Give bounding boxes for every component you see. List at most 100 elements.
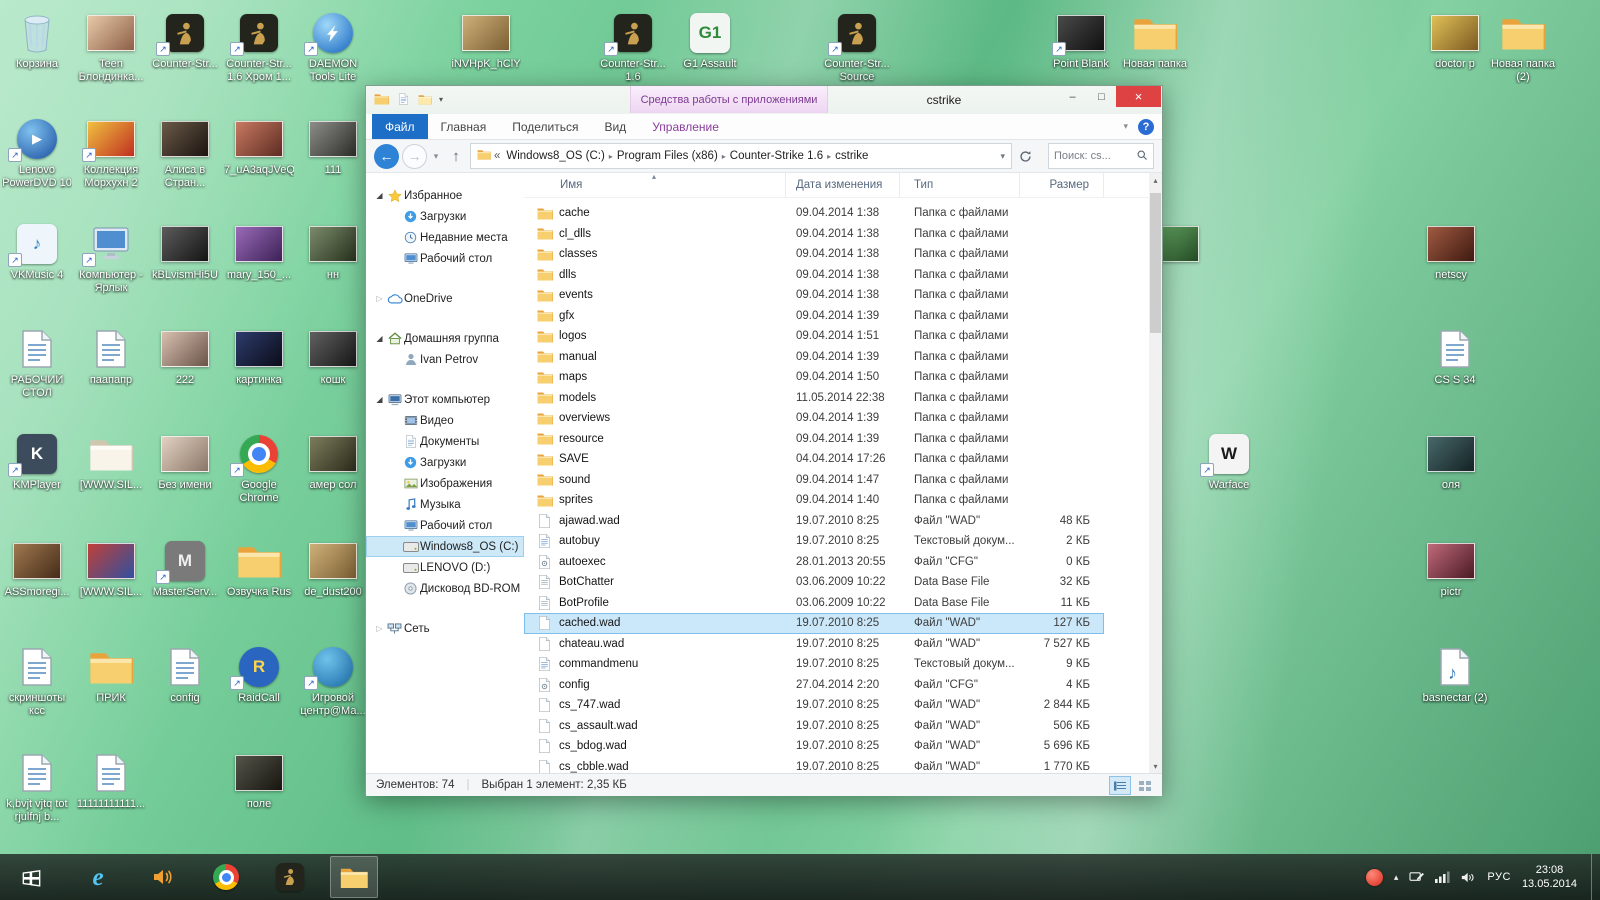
file-row[interactable]: ajawad.wad19.07.2010 8:25Файл "WAD"48 КБ (524, 511, 1104, 532)
desktop-icon[interactable]: ♪basnectar (2) (1420, 644, 1490, 705)
desktop-icon[interactable]: CS S 34 (1420, 326, 1490, 387)
desktop-icon[interactable]: G1G1 Assault (675, 10, 745, 71)
file-row[interactable]: config27.04.2014 2:20Файл "CFG"4 КБ (524, 675, 1104, 696)
scrollbar-thumb[interactable] (1150, 193, 1161, 333)
ribbon-tab-file[interactable]: Файл (372, 114, 428, 139)
breadcrumb-item[interactable]: Program Files (x86) (614, 150, 721, 162)
desktop-icon[interactable]: kBLvismHi5U (150, 221, 220, 282)
file-row[interactable]: sprites09.04.2014 1:40Папка с файлами (524, 490, 1104, 511)
taskbar-button-file-explorer[interactable] (330, 856, 378, 898)
file-row[interactable]: cs_747.wad19.07.2010 8:25Файл "WAD"2 844… (524, 695, 1104, 716)
nav-item[interactable]: Загрузки (366, 206, 524, 227)
desktop-icon[interactable]: нн (298, 221, 368, 282)
desktop-icon[interactable]: паапапр (76, 326, 146, 387)
desktop-icon[interactable]: config (150, 644, 220, 705)
desktop-icon[interactable]: 7_uA3aqJVeQ (224, 116, 294, 177)
desktop-icon[interactable]: ↗Counter-Str... Source (822, 10, 892, 84)
desktop-icon[interactable]: Алиса в Стран... (150, 116, 220, 190)
desktop-icon[interactable]: 11111111111... (76, 750, 146, 811)
column-header-name[interactable]: Имя▴ (524, 173, 786, 197)
nav-item[interactable]: Ivan Petrov (366, 349, 524, 370)
desktop-icon[interactable]: ↗Google Chrome (224, 431, 294, 505)
desktop-icon[interactable]: ASSmoregi... (2, 538, 72, 599)
taskbar-button-google-chrome[interactable] (202, 856, 250, 898)
desktop-icon[interactable]: ↗Counter-Str... 1.6 (598, 10, 668, 84)
desktop-icon[interactable]: [WWW.SIL... (76, 431, 146, 492)
clock[interactable]: 23:08 13.05.2014 (1522, 863, 1577, 892)
scroll-up-icon[interactable]: ▴ (1149, 173, 1162, 187)
file-row[interactable]: SAVE04.04.2014 17:26Папка с файлами (524, 449, 1104, 470)
desktop-icon[interactable]: скриншоты ксс (2, 644, 72, 718)
desktop-icon[interactable]: ↗DAEMON Tools Lite (298, 10, 368, 84)
qat-customize-chevron-icon[interactable]: ▾ (439, 95, 443, 104)
desktop-icon[interactable]: doctor p (1420, 10, 1490, 71)
desktop-icon[interactable]: ↗Counter-Str... (150, 10, 220, 71)
file-row[interactable]: resource09.04.2014 1:39Папка с файлами (524, 429, 1104, 450)
nav-item[interactable]: Изображения (366, 473, 524, 494)
breadcrumb-item[interactable]: cstrike (832, 150, 871, 162)
explorer-app-icon[interactable] (373, 91, 389, 107)
file-row[interactable]: dlls09.04.2014 1:38Папка с файлами (524, 265, 1104, 286)
desktop-icon[interactable]: картинка (224, 326, 294, 387)
column-header-size[interactable]: Размер (1020, 173, 1104, 197)
expand-arrow-icon[interactable]: ▷ (374, 624, 385, 633)
history-chevron-icon[interactable]: ▾ (430, 151, 442, 162)
nav-item[interactable]: Windows8_OS (C:) (366, 536, 524, 557)
file-row[interactable]: BotChatter03.06.2009 10:22Data Base File… (524, 572, 1104, 593)
breadcrumb-overflow[interactable]: « (494, 150, 500, 162)
address-dropdown-icon[interactable]: ▾ (1000, 151, 1005, 162)
language-indicator[interactable]: РУС (1487, 871, 1511, 883)
desktop-icon[interactable]: ▶↗Lenovo PowerDVD 10 (2, 116, 72, 190)
start-button[interactable] (4, 854, 58, 900)
nav-item[interactable]: Музыка (366, 494, 524, 515)
file-row[interactable]: cache09.04.2014 1:38Папка с файлами (524, 203, 1104, 224)
nav-item[interactable]: Рабочий стол (366, 248, 524, 269)
tablet-pen-tray-icon[interactable] (1409, 871, 1424, 884)
nav-item[interactable]: Дисковод BD-ROM (366, 578, 524, 599)
desktop-icon[interactable]: K↗KMPlayer (2, 431, 72, 492)
desktop-icon[interactable]: netscy (1416, 221, 1486, 282)
back-button[interactable]: ← (374, 144, 399, 169)
taskbar-button-internet-explorer[interactable]: e (74, 856, 122, 898)
up-button[interactable]: ↑ (445, 148, 467, 165)
desktop-icon[interactable]: 222 (150, 326, 220, 387)
nav-item[interactable]: LENOVO (D:) (366, 557, 524, 578)
close-button[interactable]: × (1116, 86, 1161, 107)
nav-item[interactable]: ▷OneDrive (366, 288, 524, 309)
expand-arrow-icon[interactable]: ▷ (374, 294, 385, 303)
desktop-icon[interactable]: de_dust200 (298, 538, 368, 599)
file-row[interactable]: autobuy19.07.2010 8:25Текстовый докум...… (524, 531, 1104, 552)
desktop-icon[interactable]: [WWW.SIL... (76, 538, 146, 599)
desktop-icon[interactable]: W↗Warface (1194, 431, 1264, 492)
desktop-icon[interactable]: РАБОЧИЙ СТОЛ (2, 326, 72, 400)
help-button[interactable]: ? (1138, 119, 1154, 135)
network-signal-tray-icon[interactable] (1435, 871, 1450, 883)
desktop-icon[interactable]: ↗Counter-Str... 1.6 Хром 1... (224, 10, 294, 84)
desktop-icon[interactable]: pictr (1416, 538, 1486, 599)
file-row[interactable]: chateau.wad19.07.2010 8:25Файл "WAD"7 52… (524, 634, 1104, 655)
file-row[interactable]: cs_bdog.wad19.07.2010 8:25Файл "WAD"5 69… (524, 736, 1104, 757)
desktop-icon[interactable]: R↗RaidCall (224, 644, 294, 705)
nav-item[interactable]: Документы (366, 431, 524, 452)
nav-item[interactable]: ◢Этот компьютер (366, 389, 524, 410)
taskbar-button-audio-manager[interactable] (138, 856, 186, 898)
file-row[interactable]: cs_assault.wad19.07.2010 8:25Файл "WAD"5… (524, 716, 1104, 737)
search-box[interactable]: Поиск: cs... (1048, 143, 1154, 169)
desktop-icon[interactable]: Новая папка (1120, 10, 1190, 71)
icons-view-button[interactable] (1134, 776, 1156, 795)
desktop-icon[interactable]: ↗Игровой центр@Ма... (298, 644, 368, 718)
nav-item[interactable]: ◢Избранное (366, 185, 524, 206)
desktop-icon[interactable]: ↗Point Blank (1046, 10, 1116, 71)
vertical-scrollbar[interactable]: ▴ ▾ (1149, 173, 1162, 773)
file-row[interactable]: cl_dlls09.04.2014 1:38Папка с файлами (524, 224, 1104, 245)
file-row[interactable]: gfx09.04.2014 1:39Папка с файлами (524, 306, 1104, 327)
desktop-icon[interactable]: амер сол (298, 431, 368, 492)
desktop-icon[interactable]: поле (224, 750, 294, 811)
collapse-arrow-icon[interactable]: ◢ (374, 191, 385, 200)
refresh-button[interactable] (1015, 144, 1037, 168)
collapse-arrow-icon[interactable]: ◢ (374, 395, 385, 404)
desktop-icon[interactable]: ПРИК (76, 644, 146, 705)
new-folder-icon[interactable] (417, 91, 433, 107)
expand-ribbon-chevron-icon[interactable]: ▾ (1123, 121, 1128, 132)
minimize-button[interactable]: – (1058, 86, 1087, 107)
